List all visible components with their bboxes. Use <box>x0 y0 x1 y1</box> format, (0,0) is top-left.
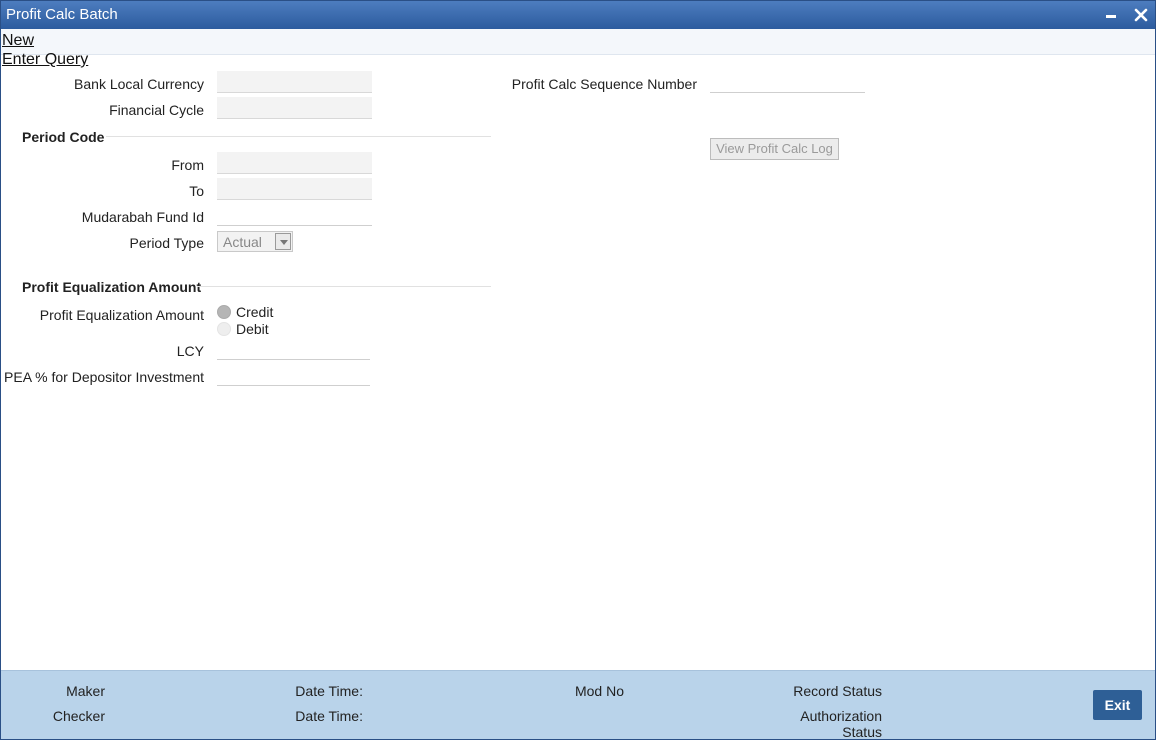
from-field[interactable] <box>217 152 372 174</box>
from-label: From <box>171 157 204 173</box>
chevron-down-icon[interactable] <box>275 233 291 250</box>
mod-no-label: Mod No <box>574 683 624 699</box>
to-label: To <box>189 183 204 199</box>
view-profit-calc-log-button[interactable]: View Profit Calc Log <box>710 138 839 160</box>
profit-equalization-divider <box>197 286 491 287</box>
pea-percent-label: PEA % for Depositor Investment <box>4 369 204 385</box>
mudarabah-fund-id-label: Mudarabah Fund Id <box>81 209 204 225</box>
period-type-value: Actual <box>223 234 262 250</box>
maker-datetime-label: Date Time: <box>295 683 363 699</box>
to-field[interactable] <box>217 178 372 200</box>
audit-footer <box>1 670 1155 739</box>
profit-calc-batch-window: Profit Calc Batch New Enter Query Bank L… <box>0 0 1156 740</box>
checker-label: Checker <box>52 708 105 724</box>
lcy-field[interactable] <box>217 338 370 360</box>
authorization-status-label-line1: Authorization <box>800 708 882 724</box>
period-code-divider <box>106 136 491 137</box>
debit-radio-label: Debit <box>236 321 269 337</box>
maker-label: Maker <box>66 683 105 699</box>
enter-query-link[interactable]: Enter Query <box>2 51 88 69</box>
profit-calc-sequence-number-label: Profit Calc Sequence Number <box>511 76 697 92</box>
checker-datetime-label: Date Time: <box>295 708 363 724</box>
credit-radio[interactable] <box>217 305 231 319</box>
financial-cycle-field[interactable] <box>217 97 372 119</box>
minimize-icon[interactable] <box>1101 5 1121 25</box>
new-link[interactable]: New <box>2 32 34 50</box>
record-status-label: Record Status <box>793 683 882 699</box>
profit-calc-sequence-number-field[interactable] <box>710 71 865 93</box>
credit-radio-label: Credit <box>236 304 274 320</box>
authorization-status-label-line2: Status <box>842 724 882 740</box>
financial-cycle-label: Financial Cycle <box>109 102 204 118</box>
bank-local-currency-label: Bank Local Currency <box>74 76 204 92</box>
debit-radio[interactable] <box>217 322 231 336</box>
period-type-select[interactable]: Actual <box>217 231 293 252</box>
period-code-heading: Period Code <box>22 129 105 145</box>
exit-button[interactable]: Exit <box>1093 690 1142 720</box>
window-title: Profit Calc Batch <box>6 6 118 23</box>
profit-equalization-amount-label: Profit Equalization Amount <box>39 307 204 323</box>
close-icon[interactable] <box>1131 5 1151 25</box>
mudarabah-fund-id-field[interactable] <box>217 204 372 226</box>
profit-equalization-heading: Profit Equalization Amount <box>22 279 202 295</box>
title-bar: Profit Calc Batch <box>1 1 1155 29</box>
menu-bar <box>1 29 1155 55</box>
bank-local-currency-field[interactable] <box>217 71 372 93</box>
period-type-label: Period Type <box>129 235 204 251</box>
lcy-label: LCY <box>176 343 204 359</box>
pea-percent-field[interactable] <box>217 364 370 386</box>
